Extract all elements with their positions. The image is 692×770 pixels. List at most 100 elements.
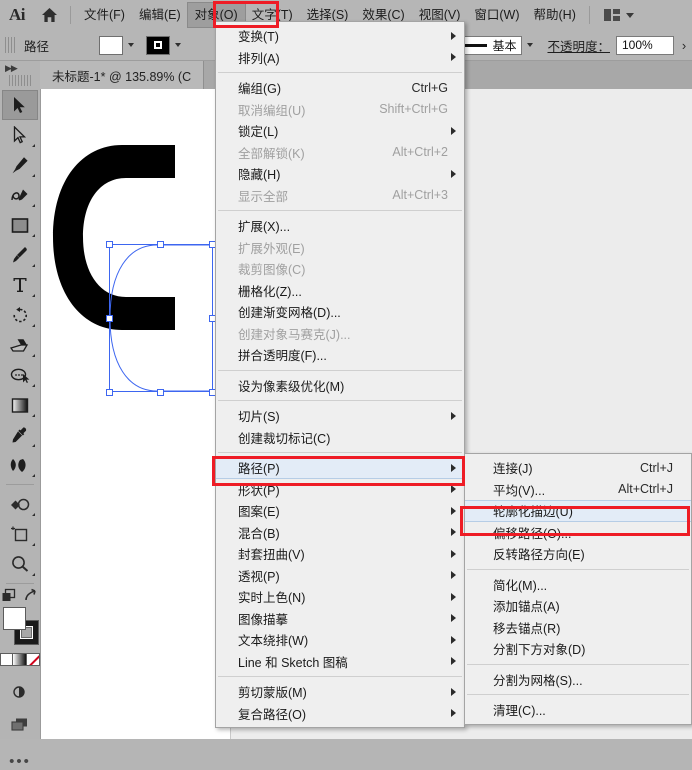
- fill-dropdown-chevron-icon[interactable]: [123, 36, 138, 55]
- menu-item-blend[interactable]: 混合(B): [216, 522, 464, 544]
- submenu-item-offset-path[interactable]: 偏移路径(O)...: [465, 522, 691, 544]
- selection-handle[interactable]: [106, 315, 113, 322]
- menu-item-shortcut: Shift+Ctrl+G: [379, 102, 448, 117]
- blend-tool[interactable]: [2, 450, 38, 480]
- menu-item-label: 复合路径(O): [238, 707, 307, 722]
- document-tab[interactable]: 未标题-1* @ 135.89% (C: [40, 61, 205, 89]
- opacity-input[interactable]: 100%: [616, 35, 674, 55]
- menu-item-shape[interactable]: 形状(P): [216, 479, 464, 501]
- menu-item-image-trace[interactable]: 图像描摹: [216, 608, 464, 630]
- menu-item-label: 图像描摹: [238, 612, 289, 627]
- rotate-tool[interactable]: [2, 300, 38, 330]
- menu-item-label: 显示全部: [238, 189, 289, 204]
- color-mode-solid[interactable]: [0, 653, 14, 666]
- menu-item-label: 变换(T): [238, 30, 279, 45]
- submenu-item-simplify[interactable]: 简化(M)...: [465, 574, 691, 596]
- color-mode-none[interactable]: [26, 653, 40, 666]
- menu-item-expand[interactable]: 扩展(X)...: [216, 215, 464, 237]
- curvature-tool[interactable]: [2, 180, 38, 210]
- menu-item-hide[interactable]: 隐藏(H): [216, 163, 464, 185]
- type-tool[interactable]: [2, 270, 38, 300]
- menu-item-clipping-mask[interactable]: 剪切蒙版(M): [216, 681, 464, 703]
- menu-window[interactable]: 窗口(W): [467, 3, 526, 27]
- menu-item-transform[interactable]: 变换(T): [216, 25, 464, 47]
- selection-handle[interactable]: [157, 389, 164, 396]
- menu-item-compound-path[interactable]: 复合路径(O): [216, 703, 464, 725]
- submenu-item-add-anchor-points[interactable]: 添加锚点(A): [465, 595, 691, 617]
- menu-item-label: 编组(G): [238, 82, 282, 97]
- menu-item-lock[interactable]: 锁定(L): [216, 120, 464, 142]
- gradient-tool[interactable]: [2, 390, 38, 420]
- tool-group-corner-icon: [32, 474, 35, 477]
- selection-handle[interactable]: [157, 241, 164, 248]
- submenu-item-join[interactable]: 连接(J) Ctrl+J: [465, 457, 691, 479]
- menu-item-make-pixel-perfect[interactable]: 设为像素级优化(M): [216, 375, 464, 397]
- workspace-switcher[interactable]: [603, 9, 634, 21]
- toolbar-collapse-icon[interactable]: ▶▶: [0, 61, 40, 75]
- submenu-item-clean-up[interactable]: 清理(C)...: [465, 699, 691, 721]
- menu-item-shortcut: Alt+Ctrl+2: [392, 145, 448, 160]
- path-submenu[interactable]: 连接(J) Ctrl+J 平均(V)... Alt+Ctrl+J 轮廓化描边(U…: [464, 453, 692, 725]
- menu-item-live-paint[interactable]: 实时上色(N): [216, 586, 464, 608]
- menu-item-create-trim-marks[interactable]: 创建裁切标记(C): [216, 427, 464, 449]
- menu-item-rasterize[interactable]: 栅格化(Z)...: [216, 280, 464, 302]
- paintbrush-tool[interactable]: [2, 240, 38, 270]
- edit-toolbar-more-icon[interactable]: •••: [0, 753, 40, 770]
- pen-tool[interactable]: [2, 150, 38, 180]
- menu-item-pattern[interactable]: 图案(E): [216, 500, 464, 522]
- menu-item-line-and-sketch-art[interactable]: Line 和 Sketch 图稿: [216, 651, 464, 673]
- artboard-tool[interactable]: [2, 519, 38, 549]
- menu-file[interactable]: 文件(F): [77, 3, 132, 27]
- menu-item-envelope-distort[interactable]: 封套扭曲(V): [216, 543, 464, 565]
- color-mode-gradient[interactable]: [13, 653, 27, 666]
- stroke-profile-chevron-icon[interactable]: [522, 36, 537, 55]
- object-menu-dropdown[interactable]: 变换(T) 排列(A) 编组(G) Ctrl+G 取消编组(U) Shift+C…: [215, 21, 465, 728]
- screen-mode-button[interactable]: [2, 709, 38, 739]
- control-bar-more-chevron-icon[interactable]: ›: [676, 36, 692, 55]
- menu-item-path[interactable]: 路径(P): [216, 457, 464, 479]
- menu-separator: [218, 210, 462, 211]
- fill-color-indicator[interactable]: [3, 607, 26, 630]
- undo-arrow-icon[interactable]: [23, 588, 39, 603]
- submenu-item-split-into-grid[interactable]: 分割为网格(S)...: [465, 669, 691, 691]
- menu-separator: [218, 369, 462, 371]
- submenu-item-outline-stroke[interactable]: 轮廓化描边(U): [465, 500, 691, 522]
- menu-item-label: 切片(S): [238, 410, 280, 425]
- tool-group-corner-icon: [32, 573, 35, 576]
- menu-item-flatten-transparency[interactable]: 拼合透明度(F)...: [216, 344, 464, 366]
- menu-item-slice[interactable]: 切片(S): [216, 405, 464, 427]
- shape-builder-tool[interactable]: [2, 489, 38, 519]
- submenu-item-remove-anchor-points[interactable]: 移去锚点(R): [465, 617, 691, 639]
- toolbar-grip[interactable]: [9, 75, 31, 86]
- drawing-mode-button[interactable]: [2, 677, 38, 707]
- eraser-tool[interactable]: [2, 330, 38, 360]
- menu-item-arrange[interactable]: 排列(A): [216, 47, 464, 69]
- selection-handle[interactable]: [106, 241, 113, 248]
- direct-selection-tool[interactable]: [2, 120, 38, 150]
- menu-edit[interactable]: 编辑(E): [132, 3, 188, 27]
- submenu-item-reverse-path-direction[interactable]: 反转路径方向(E): [465, 543, 691, 565]
- menu-item-label: 剪切蒙版(M): [238, 686, 307, 701]
- menu-item-create-object-mosaic: 创建对象马赛克(J)...: [216, 323, 464, 345]
- stroke-dropdown-chevron-icon[interactable]: [170, 36, 185, 55]
- lasso-select-tool[interactable]: [2, 360, 38, 390]
- menu-item-create-gradient-mesh[interactable]: 创建渐变网格(D)...: [216, 301, 464, 323]
- menu-help[interactable]: 帮助(H): [527, 3, 583, 27]
- submenu-item-average[interactable]: 平均(V)... Alt+Ctrl+J: [465, 479, 691, 501]
- submenu-item-divide-objects-below[interactable]: 分割下方对象(D): [465, 638, 691, 660]
- home-icon[interactable]: [34, 0, 64, 30]
- selection-handle[interactable]: [106, 389, 113, 396]
- fill-and-stroke-indicator[interactable]: [0, 605, 40, 651]
- rectangle-tool[interactable]: [2, 210, 38, 240]
- menu-item-group[interactable]: 编组(G) Ctrl+G: [216, 77, 464, 99]
- selection-tool[interactable]: [2, 90, 38, 120]
- fill-swatch[interactable]: [99, 35, 124, 55]
- menu-item-perspective[interactable]: 透视(P): [216, 565, 464, 587]
- control-bar-grip[interactable]: [5, 37, 15, 53]
- eyedropper-tool[interactable]: [2, 420, 38, 450]
- stroke-swatch[interactable]: [146, 35, 171, 55]
- edit-toolbar-icon[interactable]: [1, 588, 17, 603]
- menu-item-text-wrap[interactable]: 文本绕排(W): [216, 629, 464, 651]
- zoom-tool[interactable]: [2, 549, 38, 579]
- letter-c-path[interactable]: [50, 145, 175, 330]
